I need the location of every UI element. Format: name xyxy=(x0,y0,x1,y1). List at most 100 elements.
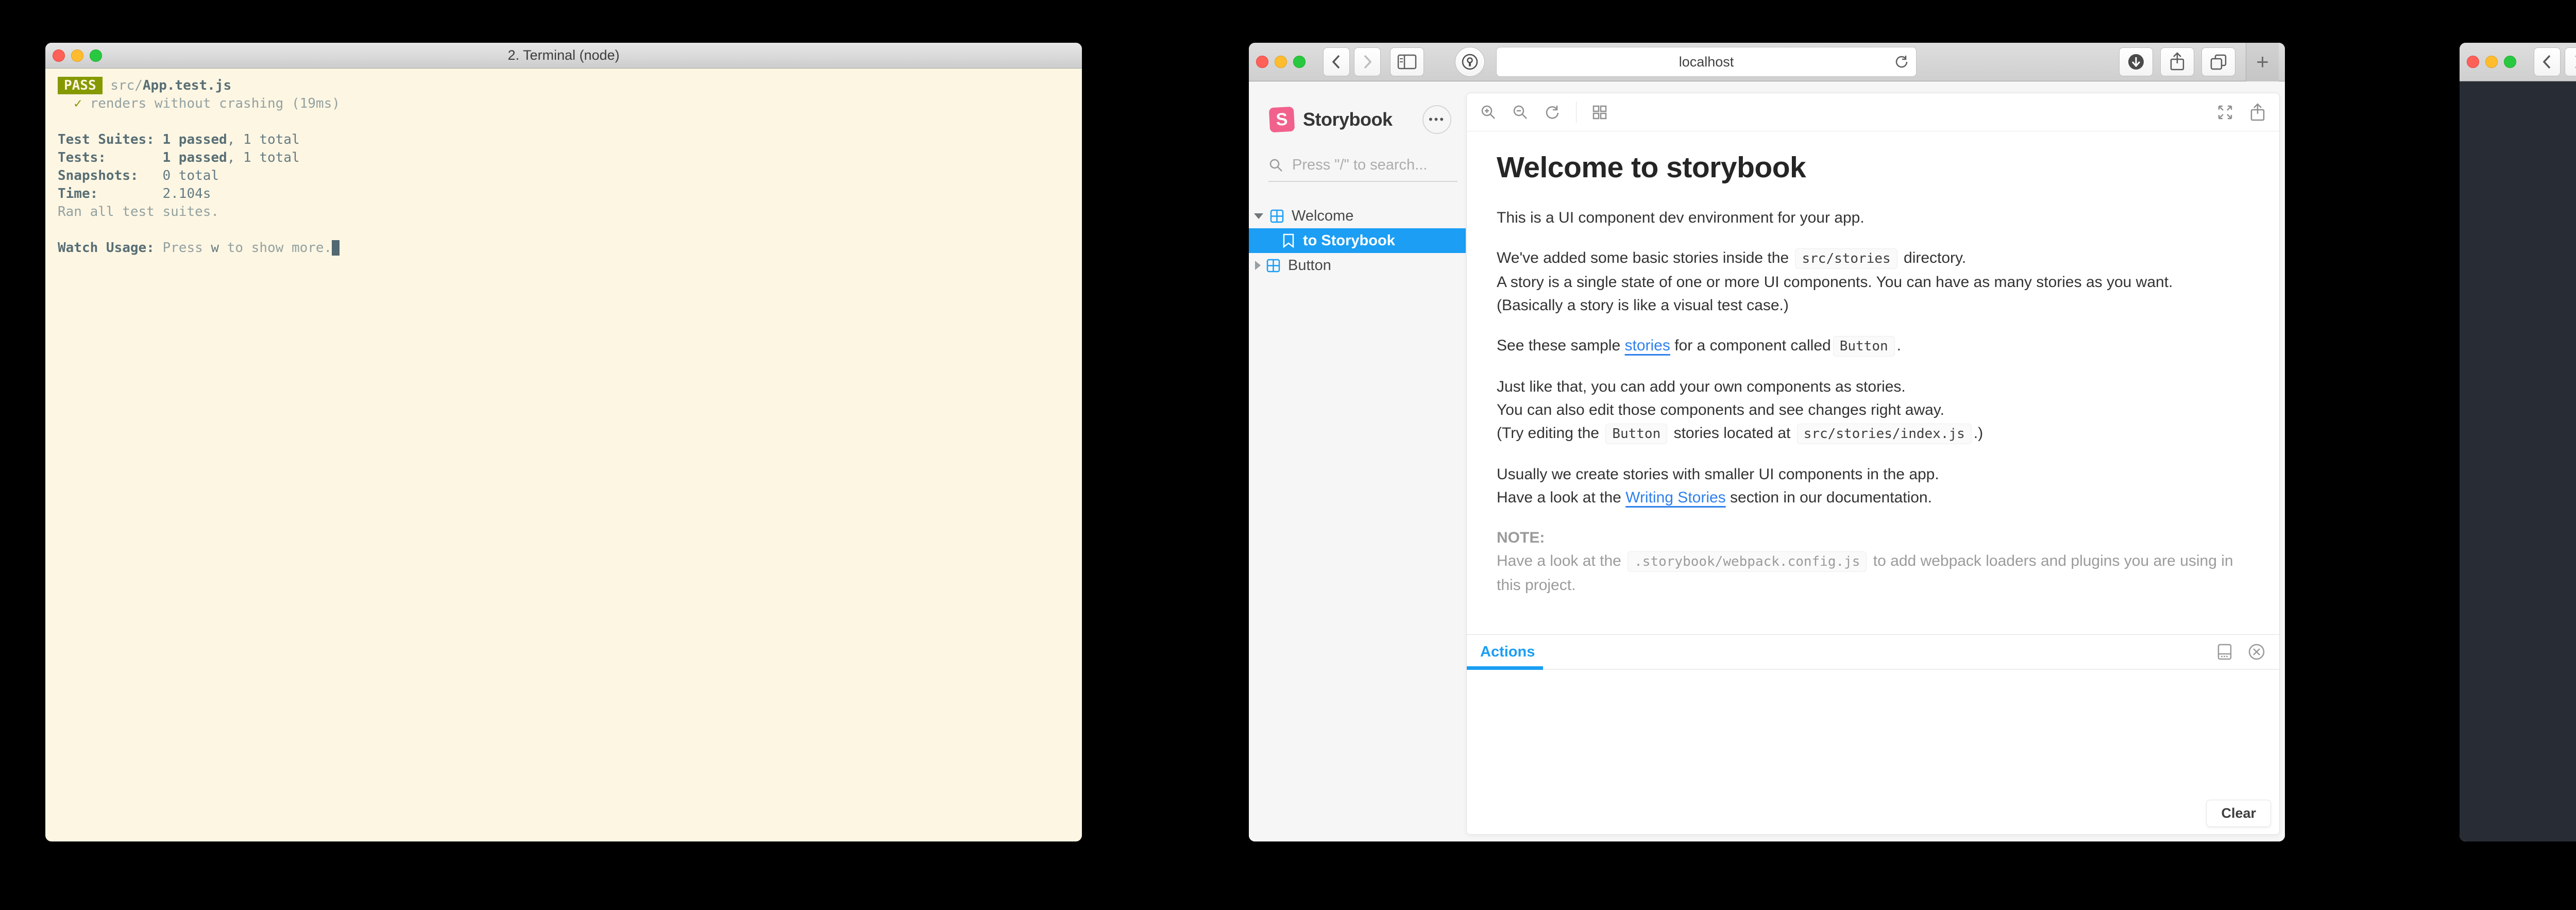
note-paragraph: NOTE: Have a look at the .storybook/webp… xyxy=(1497,529,2233,594)
close-button[interactable] xyxy=(1256,56,1268,68)
watch-usage-line: Watch Usage: Press w to show more. xyxy=(58,239,1070,257)
close-button[interactable] xyxy=(53,49,65,62)
sidebar-item-welcome[interactable]: Welcome xyxy=(1249,204,1466,228)
close-button[interactable] xyxy=(2467,56,2479,68)
note-label: NOTE: xyxy=(1497,529,1545,546)
address-bar[interactable]: localhost xyxy=(1496,47,1917,77)
caret-right-icon[interactable] xyxy=(1255,261,1261,270)
preview-panel: Welcome to storybook This is a UI compon… xyxy=(1466,93,2280,835)
tabs-icon xyxy=(2210,54,2227,70)
zoom-in-button[interactable] xyxy=(1480,104,1497,121)
summary-total: 2.104s xyxy=(162,186,211,201)
clear-button[interactable]: Clear xyxy=(2206,800,2271,827)
back-button[interactable] xyxy=(1323,47,1350,76)
forward-button[interactable] xyxy=(2565,47,2576,76)
welcome-document: Welcome to storybook This is a UI compon… xyxy=(1467,131,2279,634)
stories-link[interactable]: stories xyxy=(1625,337,1670,354)
share-icon xyxy=(2170,52,2184,71)
summary-passed: 1 passed xyxy=(162,150,227,165)
traffic-lights xyxy=(53,49,102,62)
zoom-reset-button[interactable] xyxy=(1544,104,1561,121)
storybook-app: S Storybook ••• Press "/" to search... W… xyxy=(1249,81,2285,841)
summary-row: Test Suites: 1 passed, 1 total xyxy=(58,131,1070,149)
onepassword-keyhole-icon xyxy=(1462,54,1478,70)
summary-passed: 1 passed xyxy=(162,132,227,147)
component-icon xyxy=(1270,209,1284,223)
summary-row: Tests: 1 passed, 1 total xyxy=(58,149,1070,167)
chevron-right-icon xyxy=(1364,55,1372,69)
bookmark-icon xyxy=(1283,233,1294,248)
test-result-line: ✓ renders without crashing (19ms) xyxy=(58,95,1070,113)
test-file-name: App.test.js xyxy=(142,78,232,93)
summary-row: Snapshots: 0 total xyxy=(58,167,1070,185)
ran-all-line: Ran all test suites. xyxy=(58,204,219,220)
zoom-button[interactable] xyxy=(90,49,102,62)
tab-overview-button[interactable] xyxy=(2201,47,2235,76)
stories-paragraph: We've added some basic stories inside th… xyxy=(1497,248,2173,314)
window-title: 2. Terminal (node) xyxy=(507,47,620,63)
watch-key: w xyxy=(211,240,219,256)
zoom-button[interactable] xyxy=(2504,56,2516,68)
minimize-button[interactable] xyxy=(2485,56,2498,68)
search-input[interactable]: Press "/" to search... xyxy=(1268,157,1458,182)
summary-label: Snapshots: xyxy=(58,168,139,183)
fullscreen-button[interactable] xyxy=(2216,104,2234,121)
minimize-button[interactable] xyxy=(1275,56,1287,68)
test-file-dir: src/ xyxy=(110,78,143,93)
writing-stories-link[interactable]: Writing Stories xyxy=(1625,489,1726,506)
zoom-out-button[interactable] xyxy=(1512,104,1529,121)
check-icon: ✓ xyxy=(74,96,82,111)
traffic-lights xyxy=(1256,56,1306,68)
url-text: localhost xyxy=(1679,54,1734,70)
summary-total: 0 total xyxy=(162,168,219,183)
forward-button[interactable] xyxy=(1354,47,1381,76)
new-tab-button[interactable]: + xyxy=(2246,43,2279,81)
terminal-output[interactable]: PASS src/App.test.js ✓ renders without c… xyxy=(45,69,1082,265)
shortcuts-menu-button[interactable]: ••• xyxy=(1422,105,1451,134)
zoom-button[interactable] xyxy=(1293,56,1306,68)
summary-row: Time: 2.104s xyxy=(58,185,1070,203)
reload-button[interactable] xyxy=(1894,55,1909,69)
open-canvas-button[interactable] xyxy=(2249,103,2266,122)
minimize-button[interactable] xyxy=(71,49,83,62)
storybook-sidebar: S Storybook ••• Press "/" to search... W… xyxy=(1249,81,1466,841)
terminal-window: 2. Terminal (node) PASS src/App.test.js … xyxy=(45,43,1082,841)
panel-position-button[interactable] xyxy=(2216,643,2233,661)
plus-icon: + xyxy=(2256,49,2269,74)
react-app: Edit src/App.js and save to reload. Lear… xyxy=(2460,81,2576,841)
docs-paragraph: Usually we create stories with smaller U… xyxy=(1497,466,1939,506)
share-button[interactable] xyxy=(2160,47,2194,76)
component-icon xyxy=(1266,259,1280,272)
sidebar-icon xyxy=(1397,54,1417,70)
jest-pass-line: PASS src/App.test.js xyxy=(58,77,1070,95)
toolbar-divider xyxy=(1576,101,1577,123)
pass-badge: PASS xyxy=(58,77,103,94)
addons-tab-bar: Actions xyxy=(1467,635,2279,670)
chevron-left-icon xyxy=(1332,55,1340,69)
back-button[interactable] xyxy=(2534,47,2561,76)
sample-paragraph: See these sample stories for a component… xyxy=(1497,334,2249,358)
terminal-titlebar[interactable]: 2. Terminal (node) xyxy=(45,43,1082,69)
summary-label: Time: xyxy=(58,186,98,201)
summary-label: Test Suites: xyxy=(58,132,155,147)
edit-paragraph: Just like that, you can add your own com… xyxy=(1497,375,2249,446)
downloads-button[interactable] xyxy=(2119,47,2153,76)
summary-label: Tests: xyxy=(58,150,106,165)
summary-total: , 1 total xyxy=(227,150,300,165)
caret-down-icon[interactable] xyxy=(1254,213,1263,219)
sidebar-toggle-button[interactable] xyxy=(1390,47,1424,76)
sidebar-story-to-storybook[interactable]: to Storybook xyxy=(1249,228,1466,253)
sidebar-item-button[interactable]: Button xyxy=(1249,253,1466,278)
ellipsis-icon: ••• xyxy=(1428,113,1446,126)
onepassword-extension-button[interactable] xyxy=(1455,47,1485,77)
grid-toggle-button[interactable] xyxy=(1592,105,1607,120)
page-title: Welcome to storybook xyxy=(1497,151,1806,184)
traffic-lights xyxy=(2467,56,2516,68)
close-panel-button[interactable] xyxy=(2247,643,2266,661)
tab-actions[interactable]: Actions xyxy=(1480,644,1535,661)
code-chip: .storybook/webpack.config.js xyxy=(1628,551,1867,572)
code-chip: src/stories xyxy=(1795,248,1897,269)
storybook-brand: Storybook xyxy=(1303,109,1393,130)
